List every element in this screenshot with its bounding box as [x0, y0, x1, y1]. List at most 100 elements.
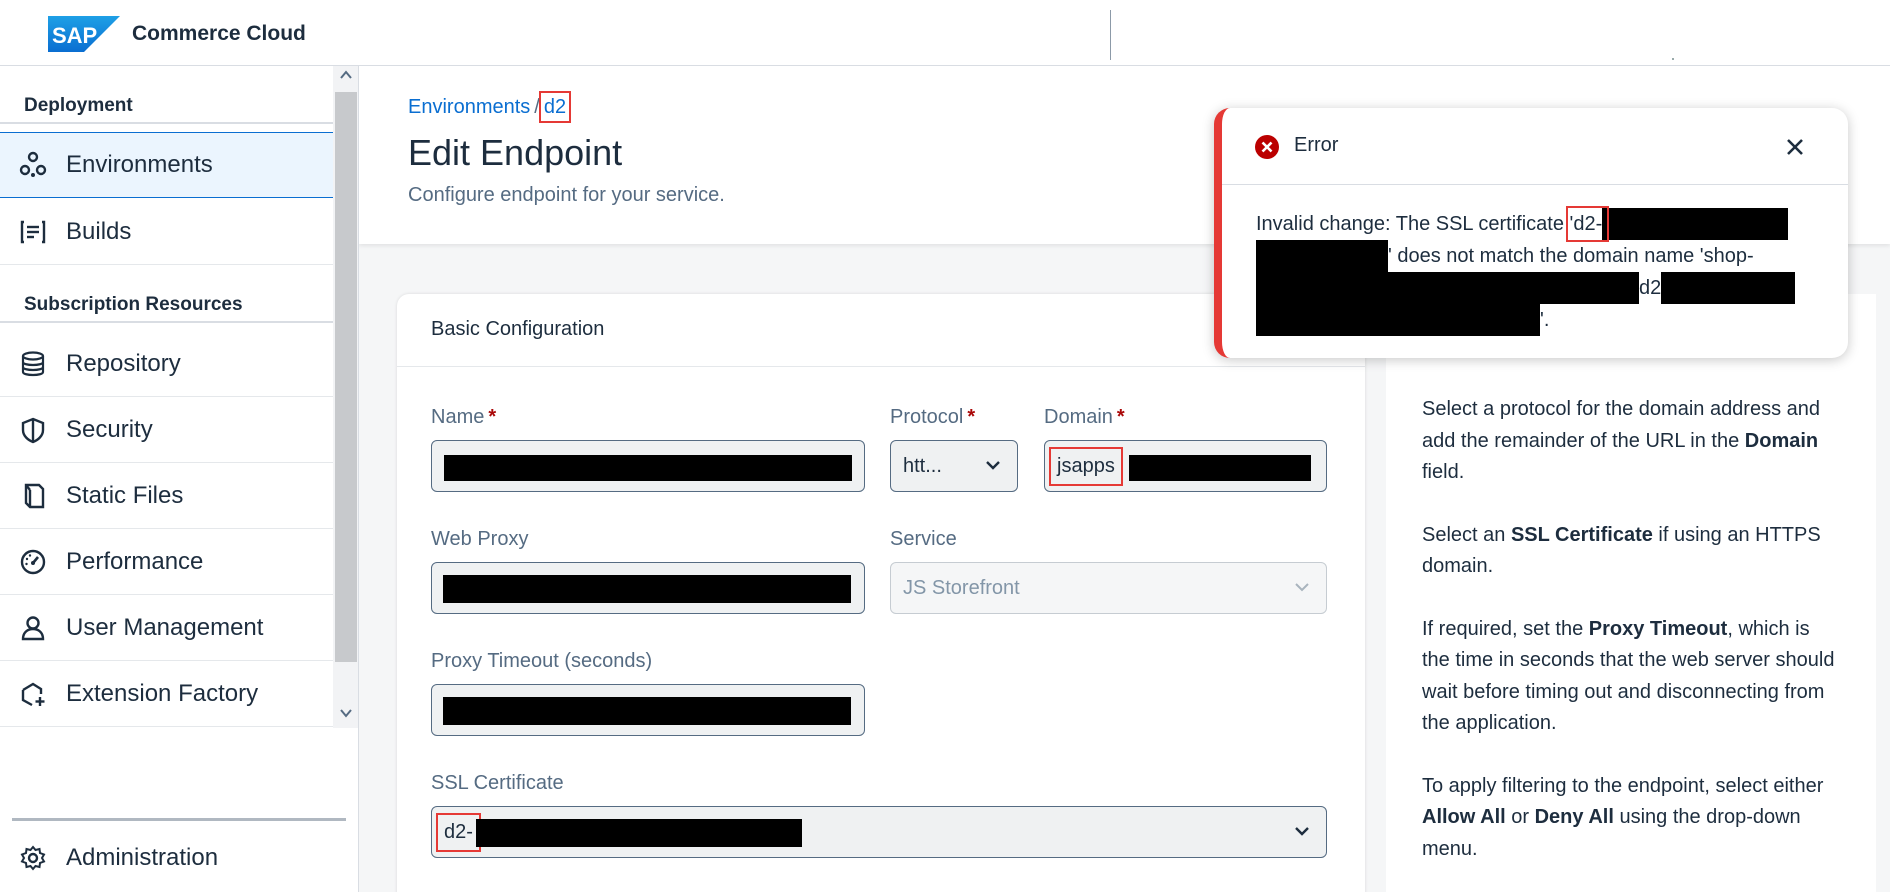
service-value: JS Storefront	[903, 576, 1020, 599]
error-header: Error	[1222, 108, 1848, 185]
chevron-down-icon	[986, 461, 1000, 470]
redacted-value	[1602, 208, 1789, 240]
service-select[interactable]: JS Storefront	[890, 562, 1327, 614]
sidebar-item-static-files[interactable]: Static Files	[0, 463, 333, 529]
sidebar-item-label: User Management	[66, 613, 264, 641]
breadcrumb: Environments / d2	[408, 91, 572, 123]
redacted-value	[1129, 455, 1311, 481]
help-panel: Select a protocol for the domain address…	[1386, 294, 1876, 892]
ssl-certificate-select[interactable]: d2-	[431, 806, 1327, 858]
redacted-value	[1661, 272, 1796, 304]
sidebar-item-label: Performance	[66, 547, 204, 575]
domain-input[interactable]: jsapps	[1044, 440, 1327, 492]
builds-icon	[18, 217, 48, 247]
sidebar-item-extension-factory[interactable]: Extension Factory	[0, 661, 333, 727]
sidebar-item-label: Extension Factory	[66, 679, 259, 707]
shield-icon	[18, 415, 48, 445]
sidebar-item-builds[interactable]: Builds	[0, 199, 333, 265]
redacted-value	[1256, 272, 1639, 304]
redacted-value	[1256, 304, 1540, 336]
close-icon[interactable]	[1780, 132, 1810, 162]
header-dot	[1672, 58, 1674, 60]
sidebar-item-repository[interactable]: Repository	[0, 331, 333, 397]
sidebar-item-label: Static Files	[66, 481, 184, 509]
top-bar: SAP Commerce Cloud	[0, 0, 1890, 66]
protocol-label-text: Protocol	[890, 406, 964, 428]
chevron-down-icon	[1295, 827, 1309, 836]
error-title: Error	[1294, 134, 1339, 156]
chevron-down-icon	[1295, 583, 1309, 592]
sidebar-item-security[interactable]: Security	[0, 397, 333, 463]
sidebar-item-label: Environments	[66, 151, 213, 178]
error-text: '.	[1540, 309, 1550, 331]
header-divider	[1110, 10, 1111, 60]
protocol-label: Protocol *	[890, 406, 975, 429]
sidebar: Deployment Environments Builds Subscript…	[0, 66, 359, 892]
help-text: Select a protocol for the domain address…	[1422, 394, 1842, 892]
sidebar-item-user-management[interactable]: User Management	[0, 595, 333, 661]
file-icon	[18, 481, 48, 511]
admin-divider	[12, 818, 346, 821]
user-icon	[18, 613, 48, 643]
basic-configuration-card: Basic Configuration Name * Protocol * htt.…	[397, 294, 1365, 892]
error-cert-prefix: d2-	[1566, 206, 1610, 242]
sidebar-item-administration[interactable]: Administration	[0, 828, 333, 888]
required-mark: *	[488, 406, 497, 428]
required-mark: *	[967, 406, 976, 428]
breadcrumb-current-link[interactable]: d2	[538, 91, 572, 123]
scroll-down-icon[interactable]	[333, 704, 358, 728]
card-title: Basic Configuration	[431, 318, 605, 340]
error-notification: Error Invalid change: The SSL certificat…	[1214, 108, 1848, 358]
redacted-value	[444, 455, 852, 481]
service-label: Service	[890, 528, 957, 550]
breadcrumb-environments-link[interactable]: Environments	[408, 96, 530, 118]
name-label-text: Name	[431, 406, 485, 428]
domain-label: Domain *	[1044, 406, 1125, 429]
sidebar-item-label: Security	[66, 415, 153, 443]
sidebar-scrollbar[interactable]	[333, 66, 358, 728]
sidebar-item-label: Administration	[66, 844, 219, 871]
proxy-timeout-label: Proxy Timeout (seconds)	[431, 650, 653, 672]
ssl-certificate-value: d2-	[436, 812, 481, 852]
redacted-value	[1256, 240, 1388, 272]
section-deployment: Deployment	[0, 92, 333, 124]
protocol-select[interactable]: htt...	[890, 440, 1018, 492]
help-paragraph: If required, set the Proxy Timeout, whic…	[1422, 617, 1835, 735]
sidebar-item-label: Repository	[66, 349, 181, 377]
sap-logo-text: SAP	[52, 23, 97, 48]
environments-icon	[18, 150, 48, 180]
scroll-thumb[interactable]	[335, 92, 357, 662]
page-title: Edit Endpoint	[408, 132, 623, 173]
help-paragraph: Select an SSL Certificate if using an HT…	[1422, 523, 1821, 578]
domain-label-text: Domain	[1044, 406, 1113, 428]
gauge-icon	[18, 547, 48, 577]
redacted-value	[476, 819, 802, 847]
proxy-timeout-input[interactable]	[431, 684, 865, 736]
error-icon	[1255, 135, 1279, 159]
help-paragraph: Select a protocol for the domain address…	[1422, 398, 1821, 483]
scroll-up-icon[interactable]	[333, 66, 358, 90]
database-icon	[18, 349, 48, 379]
error-text: Invalid change: The SSL certificate '	[1256, 213, 1574, 235]
error-domain-d2: d2	[1639, 277, 1662, 299]
error-message: Invalid change: The SSL certificate 'd2-…	[1256, 206, 1816, 336]
ssl-certificate-label: SSL Certificate	[431, 772, 564, 794]
sidebar-item-label: Builds	[66, 217, 132, 245]
required-mark: *	[1116, 406, 1125, 428]
app-title: Commerce Cloud	[132, 22, 306, 45]
gear-icon	[18, 843, 48, 873]
error-text: ' does not match the domain name 'shop-	[1388, 245, 1754, 267]
sap-logo[interactable]: SAP	[48, 16, 120, 52]
extension-icon	[18, 679, 48, 709]
web-proxy-input[interactable]	[431, 562, 865, 614]
sidebar-item-performance[interactable]: Performance	[0, 529, 333, 595]
redacted-value	[443, 575, 851, 603]
section-subscription-resources: Subscription Resources	[0, 291, 333, 323]
page-subtitle: Configure endpoint for your service.	[408, 184, 725, 206]
help-paragraph: To apply filtering to the endpoint, sele…	[1422, 774, 1824, 860]
name-input[interactable]	[431, 440, 865, 492]
redacted-value	[443, 697, 851, 725]
breadcrumb-separator: /	[534, 96, 540, 118]
nav-scroll-area: Deployment Environments Builds Subscript…	[0, 66, 333, 728]
sidebar-item-environments[interactable]: Environments	[0, 132, 333, 198]
